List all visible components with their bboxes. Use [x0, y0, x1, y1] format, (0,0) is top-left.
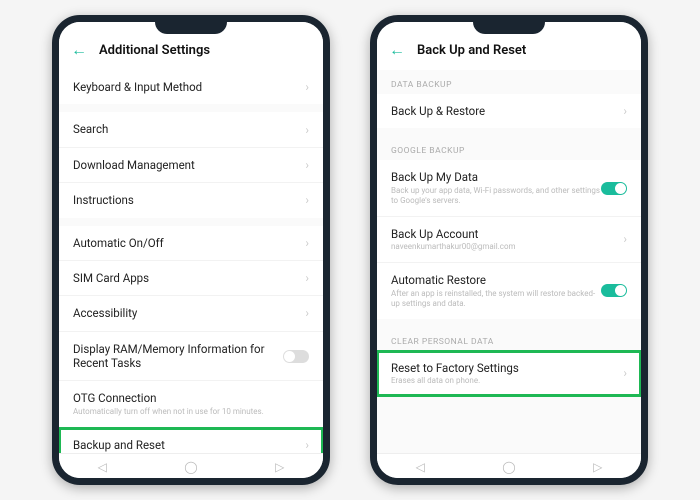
- row-instructions[interactable]: Instructions ›: [59, 183, 323, 217]
- row-sublabel: Erases all data on phone.: [391, 376, 617, 386]
- navbar: ◁ ◯ ▷: [377, 453, 641, 478]
- row-label: Automatic Restore: [391, 273, 601, 287]
- row-label: OTG Connection: [73, 391, 309, 405]
- row-download[interactable]: Download Management ›: [59, 148, 323, 183]
- row-backup-my-data[interactable]: Back Up My Data Back up your app data, W…: [377, 160, 641, 216]
- nav-home-icon[interactable]: ◯: [502, 460, 515, 474]
- row-ram[interactable]: Display RAM/Memory Information for Recen…: [59, 332, 323, 382]
- page-title: Additional Settings: [99, 43, 210, 58]
- chevron-right-icon: ›: [305, 438, 309, 452]
- row-auto-restore[interactable]: Automatic Restore After an app is reinst…: [377, 263, 641, 318]
- row-search[interactable]: Search ›: [59, 112, 323, 147]
- row-sublabel: naveenkumarthakur00@gmail.com: [391, 242, 617, 252]
- row-backup-account[interactable]: Back Up Account naveenkumarthakur00@gmai…: [377, 217, 641, 263]
- row-label: Back Up & Restore: [391, 104, 617, 118]
- row-accessibility[interactable]: Accessibility ›: [59, 296, 323, 331]
- row-label: Download Management: [73, 158, 299, 172]
- row-label: Automatic On/Off: [73, 236, 299, 250]
- chevron-right-icon: ›: [623, 104, 627, 118]
- row-label: Back Up My Data: [391, 170, 601, 184]
- nav-back-icon[interactable]: ◁: [98, 460, 107, 474]
- row-backup-restore[interactable]: Back Up & Restore ›: [377, 94, 641, 128]
- row-label: Search: [73, 122, 299, 136]
- row-label: SIM Card Apps: [73, 271, 299, 285]
- row-sublabel: Back up your app data, Wi-Fi passwords, …: [391, 186, 601, 206]
- screen-right: ← Back Up and Reset DATA BACKUP Back Up …: [377, 22, 641, 478]
- back-icon[interactable]: ←: [71, 40, 87, 60]
- row-otg[interactable]: OTG Connection Automatically turn off wh…: [59, 381, 323, 427]
- chevron-right-icon: ›: [305, 306, 309, 320]
- screen-left: ← Additional Settings Keyboard & Input M…: [59, 22, 323, 478]
- nav-recent-icon[interactable]: ▷: [275, 460, 284, 474]
- row-auto-onoff[interactable]: Automatic On/Off ›: [59, 226, 323, 261]
- toggle-backup-my-data[interactable]: [601, 182, 627, 195]
- nav-back-icon[interactable]: ◁: [416, 460, 425, 474]
- phone-left: ← Additional Settings Keyboard & Input M…: [52, 15, 330, 485]
- notch: [473, 20, 545, 34]
- section-google-backup: GOOGLE BACKUP: [377, 136, 641, 160]
- row-sublabel: After an app is reinstalled, the system …: [391, 289, 601, 309]
- phone-right: ← Back Up and Reset DATA BACKUP Back Up …: [370, 15, 648, 485]
- chevron-right-icon: ›: [305, 193, 309, 207]
- row-sim[interactable]: SIM Card Apps ›: [59, 261, 323, 296]
- chevron-right-icon: ›: [623, 232, 627, 246]
- nav-home-icon[interactable]: ◯: [184, 460, 197, 474]
- content: DATA BACKUP Back Up & Restore › GOOGLE B…: [377, 70, 641, 453]
- section-data-backup: DATA BACKUP: [377, 70, 641, 94]
- notch: [155, 20, 227, 34]
- row-label: Back Up Account: [391, 227, 617, 241]
- navbar: ◁ ◯ ▷: [59, 453, 323, 478]
- nav-recent-icon[interactable]: ▷: [593, 460, 602, 474]
- chevron-right-icon: ›: [305, 123, 309, 137]
- row-label: Keyboard & Input Method: [73, 80, 299, 94]
- row-sublabel: Automatically turn off when not in use f…: [73, 407, 309, 417]
- chevron-right-icon: ›: [305, 236, 309, 250]
- content: Keyboard & Input Method › Search › Downl…: [59, 70, 323, 453]
- section-clear: CLEAR PERSONAL DATA: [377, 327, 641, 351]
- row-label: Backup and Reset: [73, 438, 299, 452]
- page-title: Back Up and Reset: [417, 43, 526, 58]
- row-keyboard[interactable]: Keyboard & Input Method ›: [59, 70, 323, 104]
- row-label: Display RAM/Memory Information for Recen…: [73, 342, 283, 371]
- toggle-auto-restore[interactable]: [601, 284, 627, 297]
- row-label: Instructions: [73, 193, 299, 207]
- row-label: Accessibility: [73, 306, 299, 320]
- toggle-ram[interactable]: [283, 350, 309, 363]
- row-factory-reset[interactable]: Reset to Factory Settings Erases all dat…: [377, 351, 641, 396]
- chevron-right-icon: ›: [305, 80, 309, 94]
- row-label: Reset to Factory Settings: [391, 361, 617, 375]
- back-icon[interactable]: ←: [389, 40, 405, 60]
- chevron-right-icon: ›: [305, 158, 309, 172]
- chevron-right-icon: ›: [305, 271, 309, 285]
- chevron-right-icon: ›: [623, 366, 627, 380]
- row-backup-reset[interactable]: Backup and Reset ›: [59, 428, 323, 453]
